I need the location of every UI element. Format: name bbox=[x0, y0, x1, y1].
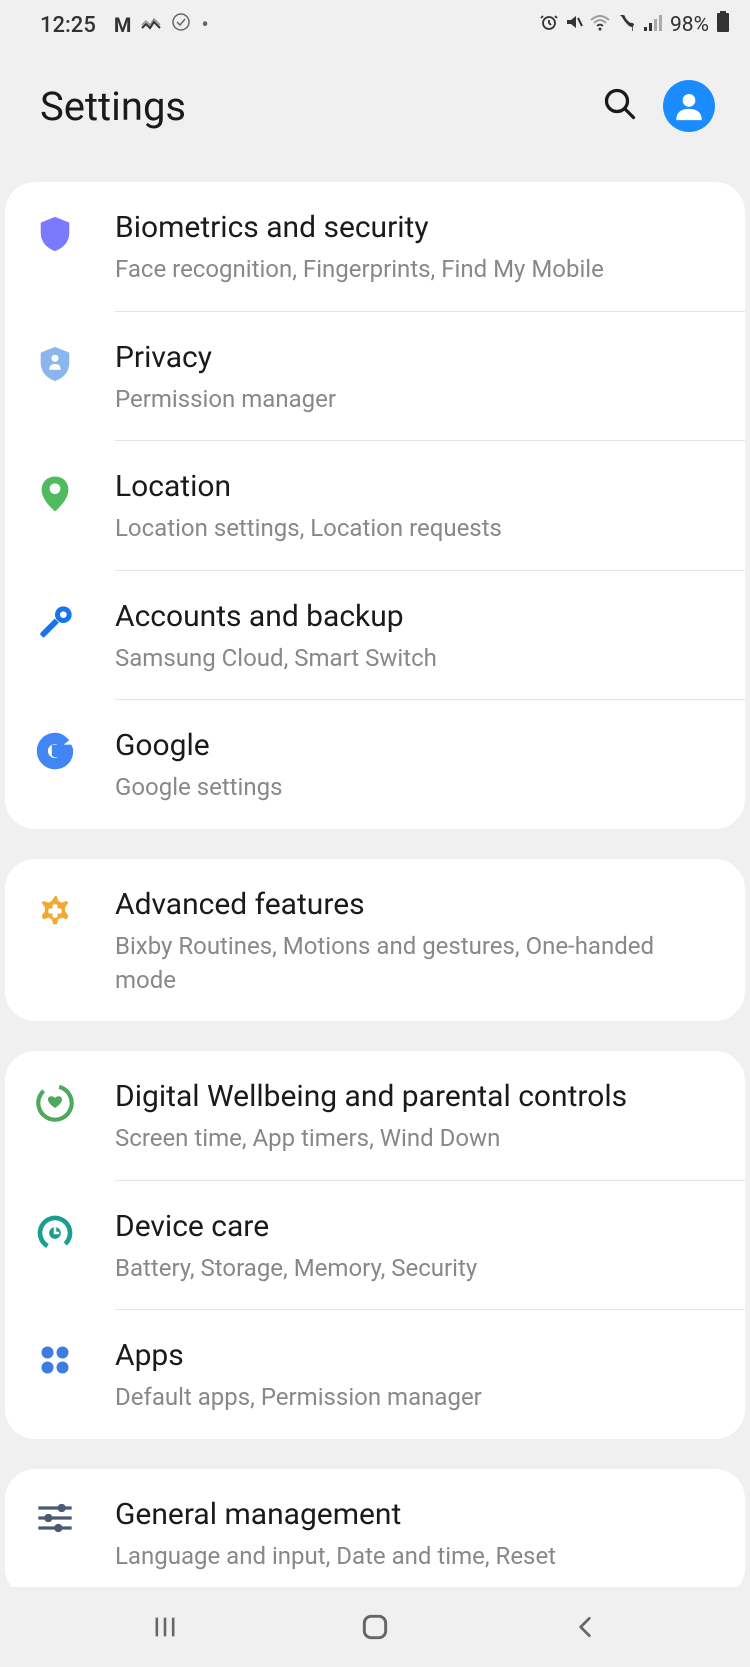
dot-icon: • bbox=[201, 13, 208, 38]
page-title: Settings bbox=[40, 83, 186, 130]
settings-item-location[interactable]: Location Location settings, Location req… bbox=[5, 441, 745, 570]
item-subtitle: Language and input, Date and time, Reset bbox=[115, 1540, 715, 1574]
item-subtitle: Face recognition, Fingerprints, Find My … bbox=[115, 253, 715, 287]
item-subtitle: Samsung Cloud, Smart Switch bbox=[115, 642, 715, 676]
item-title: Device care bbox=[115, 1207, 715, 1246]
item-title: Location bbox=[115, 467, 715, 506]
settings-item-device-care[interactable]: Device care Battery, Storage, Memory, Se… bbox=[5, 1181, 745, 1310]
item-subtitle: Permission manager bbox=[115, 383, 715, 417]
privacy-shield-icon bbox=[30, 344, 80, 384]
page-header: Settings bbox=[0, 50, 750, 182]
item-title: Digital Wellbeing and parental controls bbox=[115, 1077, 715, 1116]
search-button[interactable] bbox=[602, 86, 638, 126]
mute-icon bbox=[564, 12, 584, 38]
settings-item-privacy[interactable]: Privacy Permission manager bbox=[5, 312, 745, 441]
key-icon bbox=[30, 603, 80, 643]
home-button[interactable] bbox=[355, 1607, 395, 1647]
google-g-icon bbox=[30, 732, 80, 770]
settings-group: Advanced features Bixby Routines, Motion… bbox=[5, 859, 745, 1021]
item-subtitle: Google settings bbox=[115, 771, 715, 805]
item-title: Apps bbox=[115, 1336, 715, 1375]
recent-apps-button[interactable] bbox=[145, 1607, 185, 1647]
settings-group: Digital Wellbeing and parental controls … bbox=[5, 1051, 745, 1439]
settings-item-accounts[interactable]: Accounts and backup Samsung Cloud, Smart… bbox=[5, 571, 745, 700]
wellbeing-icon bbox=[30, 1083, 80, 1123]
alarm-icon bbox=[539, 12, 559, 38]
settings-item-apps[interactable]: Apps Default apps, Permission manager bbox=[5, 1310, 745, 1439]
item-subtitle: Battery, Storage, Memory, Security bbox=[115, 1252, 715, 1286]
settings-group: Biometrics and security Face recognition… bbox=[5, 182, 745, 829]
settings-item-biometrics[interactable]: Biometrics and security Face recognition… bbox=[5, 182, 745, 311]
back-button[interactable] bbox=[565, 1607, 605, 1647]
signal-icon bbox=[643, 13, 663, 38]
device-care-icon bbox=[30, 1213, 80, 1253]
svg-text:1: 1 bbox=[630, 24, 635, 32]
profile-button[interactable] bbox=[663, 80, 715, 132]
mail-icon: M bbox=[114, 13, 132, 37]
sliders-icon bbox=[30, 1501, 80, 1535]
item-title: Privacy bbox=[115, 338, 715, 377]
shield-icon bbox=[30, 214, 80, 254]
apps-grid-icon bbox=[30, 1342, 80, 1378]
navigation-bar bbox=[0, 1587, 750, 1667]
settings-group: General management Language and input, D… bbox=[5, 1469, 745, 1587]
item-title: Biometrics and security bbox=[115, 208, 715, 247]
battery-text: 98% bbox=[670, 13, 709, 37]
location-pin-icon bbox=[30, 473, 80, 515]
item-subtitle: Bixby Routines, Motions and gestures, On… bbox=[115, 930, 715, 997]
status-time: 12:25 bbox=[40, 13, 96, 38]
gear-plus-icon bbox=[30, 891, 80, 931]
check-circle-icon bbox=[171, 12, 191, 38]
item-subtitle: Location settings, Location requests bbox=[115, 512, 715, 546]
item-title: General management bbox=[115, 1495, 715, 1534]
item-title: Advanced features bbox=[115, 885, 715, 924]
settings-item-general[interactable]: General management Language and input, D… bbox=[5, 1469, 745, 1587]
status-bar: 12:25 M • 1 98% bbox=[0, 0, 750, 50]
settings-item-wellbeing[interactable]: Digital Wellbeing and parental controls … bbox=[5, 1051, 745, 1180]
item-title: Accounts and backup bbox=[115, 597, 715, 636]
item-subtitle: Screen time, App timers, Wind Down bbox=[115, 1122, 715, 1156]
settings-item-advanced[interactable]: Advanced features Bixby Routines, Motion… bbox=[5, 859, 745, 1021]
chart-icon bbox=[141, 13, 161, 38]
settings-item-google[interactable]: Google Google settings bbox=[5, 700, 745, 829]
battery-icon bbox=[716, 11, 730, 39]
status-left: 12:25 M • bbox=[40, 12, 209, 38]
item-subtitle: Default apps, Permission manager bbox=[115, 1381, 715, 1415]
item-title: Google bbox=[115, 726, 715, 765]
vowifi-icon: 1 bbox=[616, 12, 638, 38]
status-right: 1 98% bbox=[539, 11, 730, 39]
wifi-icon bbox=[589, 13, 611, 38]
